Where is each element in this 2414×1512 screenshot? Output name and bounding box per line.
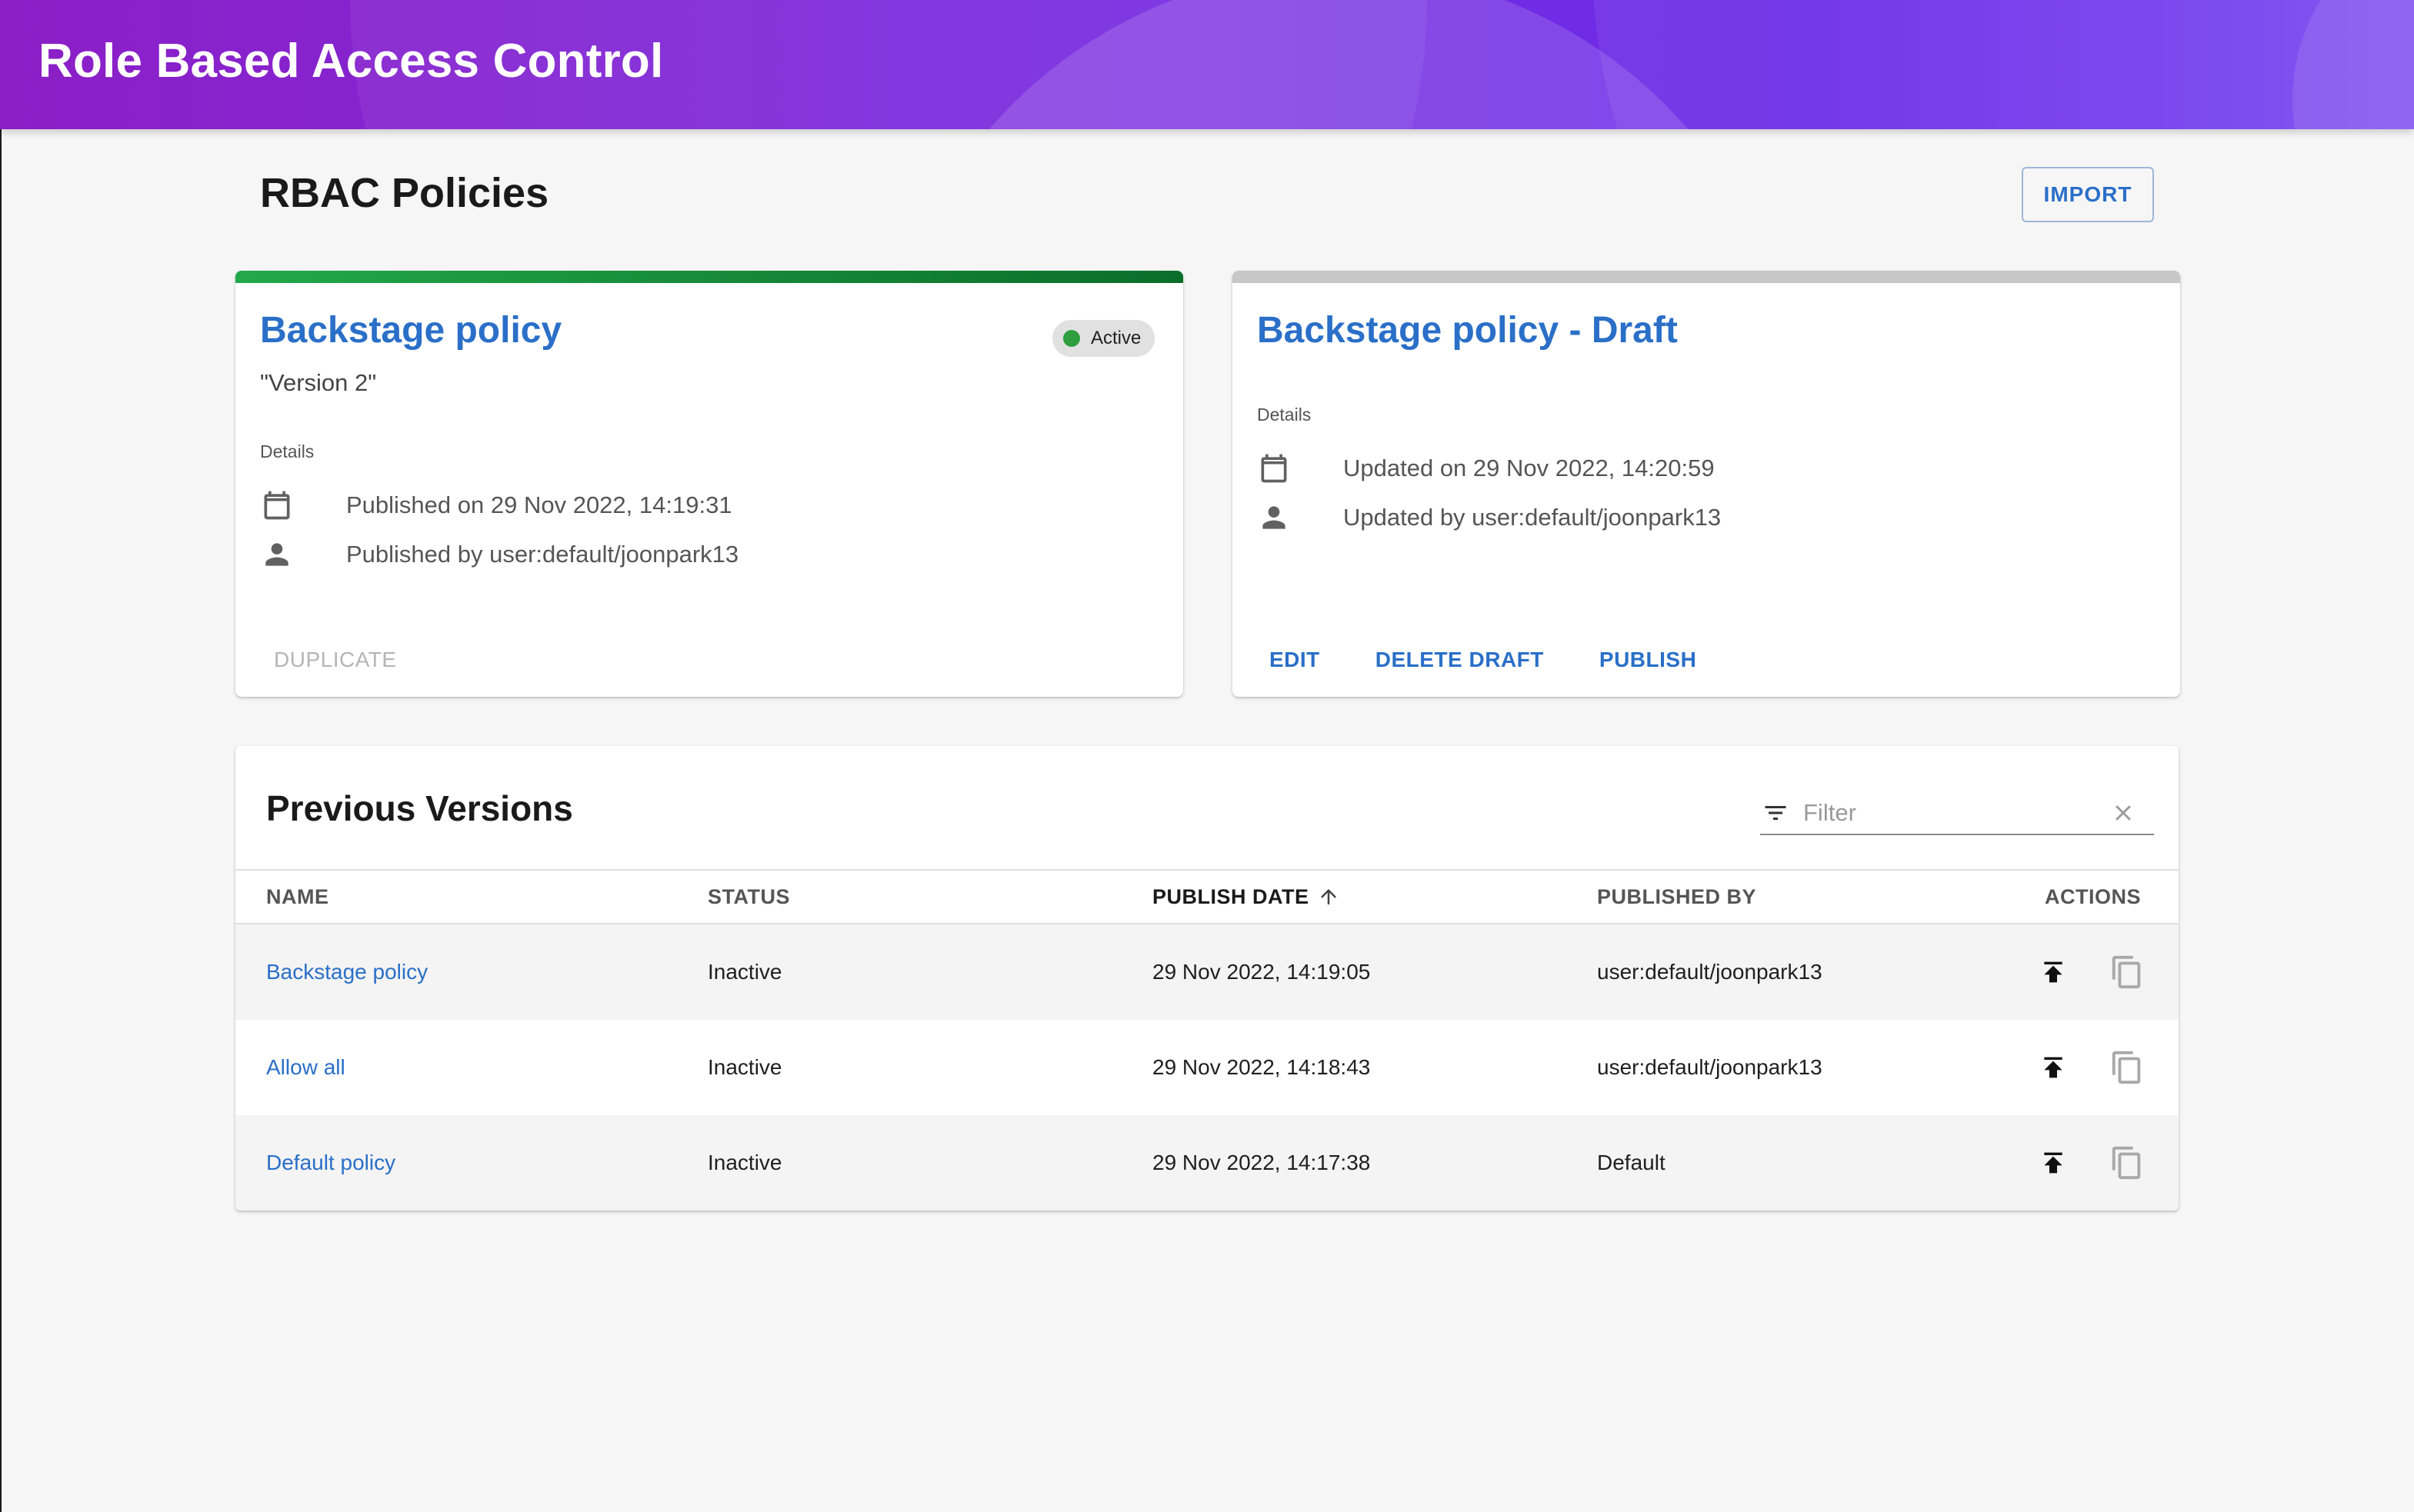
active-card-actions: DUPLICATE: [248, 638, 422, 681]
card-status-bar: [1232, 271, 2180, 283]
close-icon[interactable]: [2108, 798, 2139, 828]
filter-input[interactable]: [1802, 798, 2094, 828]
policy-publish-date: 29 Nov 2022, 14:19:05: [1152, 960, 1371, 984]
edit-button[interactable]: EDIT: [1245, 638, 1345, 681]
header-decoration: [2292, 0, 2414, 129]
policy-status: Inactive: [708, 1151, 782, 1174]
updated-date: Updated on 29 Nov 2022, 14:20:59: [1343, 455, 1715, 481]
policy-status: Inactive: [708, 960, 782, 984]
policy-publish-date: 29 Nov 2022, 14:18:43: [1152, 1055, 1371, 1079]
column-header-name[interactable]: NAME: [266, 871, 329, 923]
published-date-row: Published on 29 Nov 2022, 14:19:31: [260, 486, 732, 525]
calendar-icon: [1257, 451, 1291, 485]
copy-icon[interactable]: [2109, 954, 2145, 990]
person-icon: [1257, 501, 1291, 535]
app-header: Role Based Access Control: [0, 0, 2414, 129]
header-decoration: [1592, 0, 2414, 129]
publish-icon[interactable]: [2036, 954, 2071, 990]
previous-versions-title: Previous Versions: [266, 788, 573, 828]
delete-draft-button[interactable]: DELETE DRAFT: [1351, 638, 1569, 681]
updated-by: Updated by user:default/joonpark13: [1343, 504, 1722, 531]
person-icon: [260, 538, 294, 571]
filter-field[interactable]: [1760, 792, 2154, 835]
details-label: Details: [260, 441, 315, 461]
table-row: Default policy Inactive 29 Nov 2022, 14:…: [235, 1115, 2179, 1211]
row-actions: [2036, 924, 2145, 1020]
duplicate-button[interactable]: DUPLICATE: [248, 638, 422, 681]
draft-policy-card: Backstage policy - Draft Details Updated…: [1232, 271, 2180, 697]
publish-button[interactable]: PUBLISH: [1575, 638, 1721, 681]
arrow-up-icon: [1317, 885, 1340, 908]
policy-name-link[interactable]: Allow all: [266, 1020, 345, 1115]
policy-name-link[interactable]: Backstage policy: [266, 924, 428, 1020]
status-chip-label: Active: [1091, 328, 1142, 348]
policy-publish-date: 29 Nov 2022, 14:17:38: [1152, 1151, 1371, 1174]
row-actions: [2036, 1115, 2145, 1211]
policy-published-by: Default: [1597, 1151, 1665, 1174]
details-label: Details: [1257, 405, 1312, 425]
previous-versions-panel: Previous Versions NAME STATUS PUBLISH DA…: [235, 746, 2179, 1211]
published-by-row: Published by user:default/joonpark13: [260, 535, 739, 574]
updated-date-row: Updated on 29 Nov 2022, 14:20:59: [1257, 449, 1715, 488]
column-header-published-by[interactable]: PUBLISHED BY: [1597, 871, 1756, 923]
column-header-status[interactable]: STATUS: [708, 871, 790, 923]
draft-policy-title[interactable]: Backstage policy - Draft: [1257, 309, 1678, 351]
column-header-publish-date-label: PUBLISH DATE: [1152, 884, 1309, 908]
active-policy-title[interactable]: Backstage policy: [260, 309, 562, 351]
table-row: Backstage policy Inactive 29 Nov 2022, 1…: [235, 924, 2179, 1020]
publish-icon[interactable]: [2036, 1145, 2071, 1181]
updated-by-row: Updated by user:default/joonpark13: [1257, 498, 1721, 537]
app-title: Role Based Access Control: [38, 35, 664, 88]
page-title: RBAC Policies: [260, 170, 549, 216]
card-status-bar: [235, 271, 1183, 283]
policy-published-by: user:default/joonpark13: [1597, 960, 1822, 984]
copy-icon[interactable]: [2109, 1145, 2145, 1181]
policy-name-link[interactable]: Default policy: [266, 1115, 395, 1211]
column-header-publish-date[interactable]: PUBLISH DATE: [1152, 871, 1340, 923]
policy-published-by: user:default/joonpark13: [1597, 1055, 1822, 1079]
status-chip: Active: [1052, 320, 1155, 357]
copy-icon[interactable]: [2109, 1050, 2145, 1085]
published-by: Published by user:default/joonpark13: [346, 541, 739, 568]
status-dot-icon: [1063, 330, 1080, 347]
published-date: Published on 29 Nov 2022, 14:19:31: [346, 491, 732, 518]
calendar-icon: [260, 488, 294, 522]
publish-icon[interactable]: [2036, 1050, 2071, 1085]
draft-card-actions: EDIT DELETE DRAFT PUBLISH: [1245, 638, 1721, 681]
active-policy-card: Backstage policy Active "Version 2" Deta…: [235, 271, 1183, 697]
column-header-actions: ACTIONS: [2045, 884, 2141, 908]
table-header: NAME STATUS PUBLISH DATE PUBLISHED BY AC…: [235, 869, 2179, 924]
window-edge: [0, 129, 2, 1512]
filter-icon: [1760, 798, 1791, 828]
policy-version: "Version 2": [260, 369, 377, 396]
import-button[interactable]: IMPORT: [2022, 167, 2154, 222]
table-row: Allow all Inactive 29 Nov 2022, 14:18:43…: [235, 1020, 2179, 1115]
row-actions: [2036, 1020, 2145, 1115]
policy-status: Inactive: [708, 1055, 782, 1079]
